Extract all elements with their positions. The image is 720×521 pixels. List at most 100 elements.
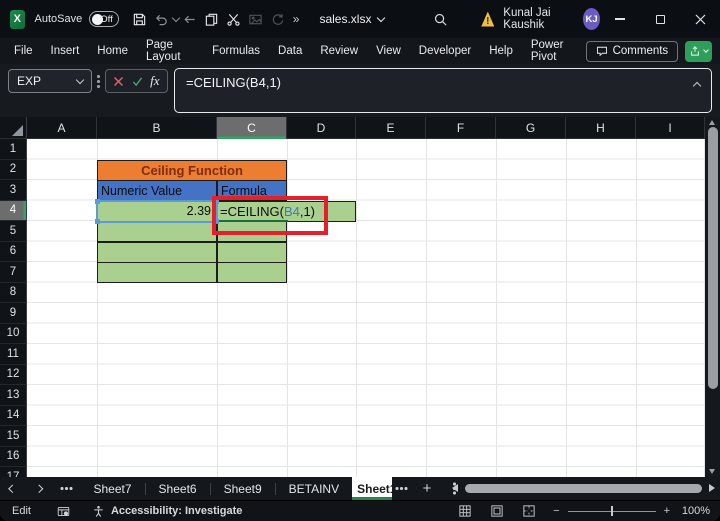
tab-review[interactable]: Review — [311, 38, 367, 64]
row-header-5[interactable]: 5 — [0, 221, 27, 242]
row-header-13[interactable]: 13 — [0, 385, 27, 406]
autosave-toggle[interactable]: Off — [89, 11, 119, 27]
search-icon[interactable] — [432, 6, 449, 32]
more-tabs-icon[interactable] — [400, 487, 403, 490]
macro-record-icon[interactable] — [57, 505, 70, 518]
tab-insert[interactable]: Insert — [42, 38, 89, 64]
horizontal-scrollbar-thumb[interactable] — [465, 484, 702, 493]
formula-input[interactable]: =CEILING(B4,1) — [174, 68, 712, 113]
sheet-tab-sheet9[interactable]: Sheet9 — [211, 477, 275, 500]
avatar[interactable]: KJ — [583, 8, 601, 30]
zoom-in-button[interactable]: + — [664, 505, 670, 517]
tab-view[interactable]: View — [367, 38, 410, 64]
accessibility-icon[interactable] — [92, 505, 105, 518]
row-header-8[interactable]: 8 — [0, 282, 27, 303]
tab-home[interactable]: Home — [88, 38, 137, 64]
insert-function-button[interactable]: fx — [150, 73, 159, 89]
toolbar-overflow-icon[interactable]: » — [293, 12, 300, 26]
more-sheets-icon[interactable] — [65, 487, 68, 490]
scroll-up-icon[interactable] — [709, 120, 715, 125]
table-header-numeric-value[interactable]: Numeric Value — [97, 180, 217, 201]
row-header-6[interactable]: 6 — [0, 241, 27, 262]
column-header-h[interactable]: H — [566, 117, 636, 139]
row-header-3[interactable]: 3 — [0, 180, 27, 201]
cells-area[interactable]: Ceiling Function Numeric Value Formula 2… — [27, 139, 705, 477]
close-button[interactable] — [680, 0, 720, 38]
row-header-7[interactable]: 7 — [0, 262, 27, 283]
vertical-scrollbar-thumb[interactable] — [707, 127, 718, 389]
row-header-11[interactable]: 11 — [0, 344, 27, 365]
column-header-b[interactable]: B — [97, 117, 217, 139]
scroll-right-icon[interactable] — [709, 484, 715, 492]
save-icon[interactable] — [129, 6, 151, 32]
row-header-1[interactable]: 1 — [0, 139, 27, 160]
next-sheet-icon[interactable] — [26, 484, 52, 493]
normal-view-icon[interactable] — [459, 505, 471, 517]
tab-help[interactable]: Help — [480, 38, 522, 64]
cell-b5[interactable] — [97, 221, 217, 242]
row-header-15[interactable]: 15 — [0, 426, 27, 447]
row-header-14[interactable]: 14 — [0, 405, 27, 426]
column-header-f[interactable]: F — [426, 117, 496, 139]
tab-power-pivot[interactable]: Power Pivot — [522, 38, 586, 64]
cell-c7[interactable] — [217, 262, 287, 283]
file-name-menu[interactable]: sales.xlsx — [319, 12, 386, 26]
spreadsheet: A B C D E F G H I 1 2 3 4 5 6 7 8 9 10 1… — [0, 117, 705, 488]
accessibility-status[interactable]: Accessibility: Investigate — [111, 505, 242, 517]
column-header-i[interactable]: I — [636, 117, 705, 139]
scroll-down-icon[interactable] — [709, 469, 715, 474]
warning-icon[interactable]: ! — [481, 11, 495, 27]
redo-refresh-icon — [267, 6, 289, 32]
cell-b7[interactable] — [97, 262, 217, 283]
prev-sheet-icon[interactable] — [0, 484, 26, 493]
cell-c6[interactable] — [217, 241, 287, 263]
column-header-d[interactable]: D — [287, 117, 356, 139]
page-layout-view-icon[interactable] — [491, 505, 503, 517]
row-header-2[interactable]: 2 — [0, 159, 27, 180]
back-arrow-icon[interactable] — [179, 6, 201, 32]
row-header-9[interactable]: 9 — [0, 303, 27, 324]
zoom-slider[interactable] — [567, 506, 656, 516]
tab-file[interactable]: File — [5, 38, 42, 64]
zoom-out-button[interactable]: − — [553, 505, 559, 517]
tab-developer[interactable]: Developer — [410, 38, 480, 64]
tab-data[interactable]: Data — [269, 38, 311, 64]
quick-access-toolbar: » — [129, 6, 300, 32]
excel-logo-icon: X — [10, 9, 25, 29]
comments-button[interactable]: Comments — [585, 40, 679, 62]
name-box[interactable]: EXP — [8, 69, 92, 93]
zoom-level[interactable]: 100% — [678, 505, 710, 517]
row-header-16[interactable]: 16 — [0, 446, 27, 467]
tab-formulas[interactable]: Formulas — [203, 38, 269, 64]
page-break-view-icon[interactable] — [523, 505, 535, 517]
vertical-scrollbar[interactable] — [705, 117, 720, 477]
cut-icon[interactable] — [223, 6, 245, 32]
undo-icon[interactable] — [151, 6, 173, 32]
enter-icon[interactable] — [132, 76, 143, 87]
select-all-button[interactable] — [0, 117, 27, 138]
row-header-10[interactable]: 10 — [0, 323, 27, 344]
sheet-tab-betainv[interactable]: BETAINV — [276, 477, 352, 500]
copy-icon[interactable] — [201, 6, 223, 32]
share-button[interactable] — [685, 40, 712, 62]
cell-b6[interactable] — [97, 241, 217, 263]
cancel-icon[interactable] — [113, 76, 124, 87]
collapse-formula-bar-icon[interactable] — [692, 81, 702, 91]
sheet-tab-sheet6[interactable]: Sheet6 — [146, 477, 210, 500]
zoom-slider-thumb[interactable] — [610, 506, 614, 516]
add-sheet-button[interactable]: + — [423, 480, 432, 497]
column-header-g[interactable]: G — [496, 117, 566, 139]
tab-page-layout[interactable]: Page Layout — [137, 38, 203, 64]
maximize-button[interactable] — [640, 0, 680, 38]
scroll-left-icon[interactable] — [452, 484, 458, 492]
column-header-e[interactable]: E — [356, 117, 426, 139]
table-title-cell[interactable]: Ceiling Function — [97, 159, 287, 181]
sheet-tab-active[interactable]: Sheet12 — [352, 477, 393, 500]
row-header-12[interactable]: 12 — [0, 364, 27, 385]
column-header-a[interactable]: A — [27, 117, 97, 139]
sheet-tab-sheet7[interactable]: Sheet7 — [81, 477, 145, 500]
horizontal-scrollbar[interactable] — [452, 481, 715, 496]
minimize-button[interactable] — [600, 0, 640, 38]
row-header-4[interactable]: 4 — [0, 200, 27, 221]
column-header-c[interactable]: C — [217, 117, 287, 139]
